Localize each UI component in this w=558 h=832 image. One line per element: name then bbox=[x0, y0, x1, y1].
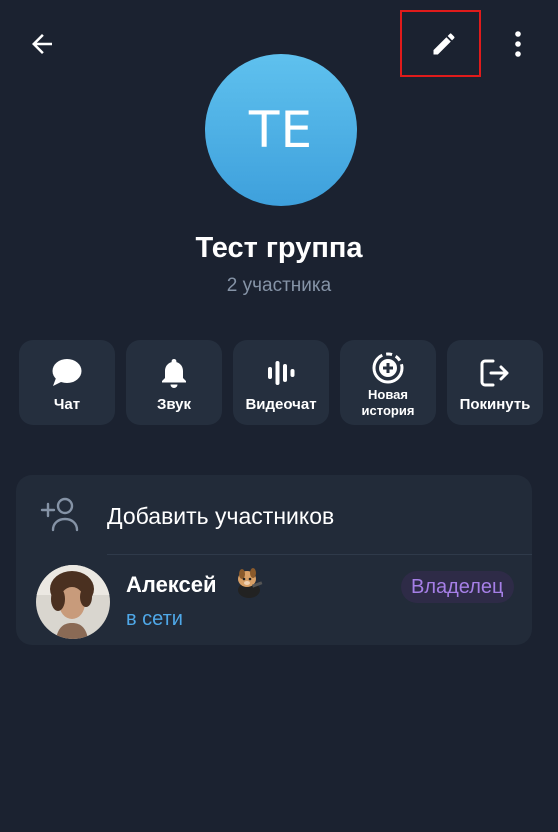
member-avatar[interactable] bbox=[36, 565, 110, 639]
add-user-icon bbox=[40, 497, 79, 532]
videochat-action-label: Видеочат bbox=[245, 396, 317, 413]
new-story-action-button[interactable]: Новая история bbox=[340, 340, 436, 425]
arrow-left-icon bbox=[32, 34, 52, 54]
member-status: в сети bbox=[126, 608, 183, 630]
chat-bubble-icon bbox=[52, 359, 82, 386]
group-member-count: 2 участника bbox=[226, 275, 332, 296]
group-title: Тест группа bbox=[195, 232, 363, 264]
more-options-button[interactable] bbox=[500, 22, 536, 66]
group-avatar-initials: TE bbox=[248, 101, 314, 159]
leave-action-label: Покинуть bbox=[459, 396, 531, 413]
dog-emoji-status-icon bbox=[238, 568, 263, 598]
sound-action-label: Звук bbox=[156, 396, 192, 413]
more-vertical-icon bbox=[515, 31, 521, 57]
leave-icon bbox=[480, 359, 509, 387]
back-button[interactable] bbox=[20, 24, 64, 64]
member-row[interactable]: Алексей в сети Владелец bbox=[16, 555, 532, 645]
bell-icon bbox=[162, 359, 186, 388]
voice-wave-icon bbox=[268, 361, 295, 385]
add-members-row[interactable]: Добавить участников bbox=[16, 475, 532, 555]
add-members-label: Добавить участников bbox=[107, 503, 335, 529]
videochat-action-button[interactable]: Видеочат bbox=[233, 340, 329, 425]
action-buttons-row: Чат Звук Видеочат Новая история Покинуть bbox=[19, 340, 543, 425]
group-profile-screen: TE Тест группа 2 участника Чат Звук Виде… bbox=[0, 0, 558, 832]
leave-action-button[interactable]: Покинуть bbox=[447, 340, 543, 425]
member-avatar-photo bbox=[36, 565, 110, 639]
members-card: Добавить участников Алексей в сети Владе… bbox=[16, 475, 532, 645]
member-role-badge: Владелец bbox=[401, 571, 514, 603]
add-story-icon bbox=[372, 352, 404, 383]
chat-action-label: Чат bbox=[53, 396, 81, 413]
edit-button[interactable] bbox=[424, 22, 464, 66]
member-name: Алексей bbox=[126, 572, 217, 597]
chat-action-button[interactable]: Чат bbox=[19, 340, 115, 425]
group-avatar[interactable]: TE bbox=[205, 54, 357, 206]
pencil-icon bbox=[433, 33, 455, 55]
sound-action-button[interactable]: Звук bbox=[126, 340, 222, 425]
new-story-action-label: Новая история bbox=[361, 386, 415, 418]
